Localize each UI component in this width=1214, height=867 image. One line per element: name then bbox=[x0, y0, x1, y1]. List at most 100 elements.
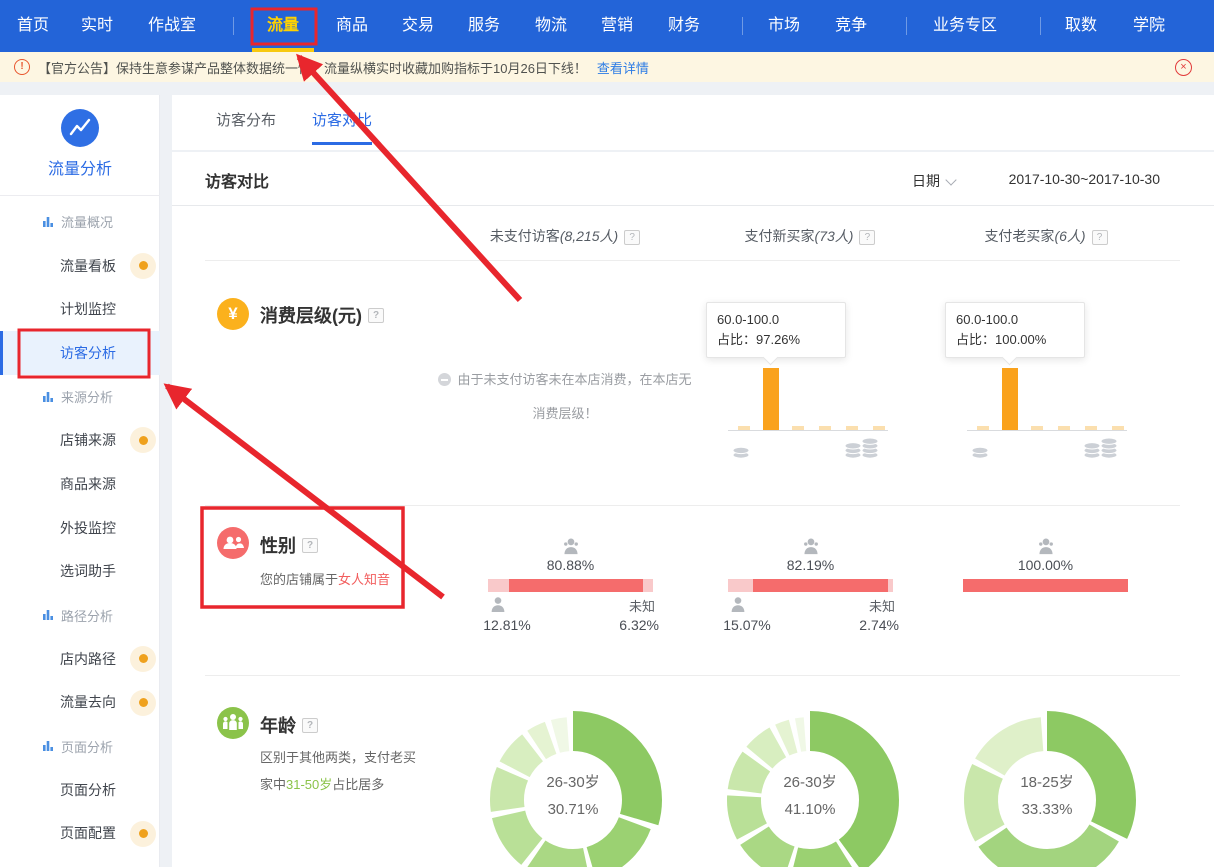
new-badge-dot bbox=[130, 253, 156, 279]
new-badge-dot bbox=[130, 690, 156, 716]
warning-icon: ! bbox=[14, 59, 30, 75]
bar bbox=[1058, 426, 1070, 430]
chart-tooltip: 60.0-100.0占比：100.00% bbox=[945, 302, 1085, 358]
nav-item-7[interactable]: 服务 bbox=[468, 0, 500, 52]
consumption-bar-chart-new-buyers: 60.0-100.0占比：97.26% bbox=[732, 302, 883, 452]
gender-subtitle: 您的店铺属于女人知音 bbox=[260, 569, 390, 588]
help-icon[interactable]: ? bbox=[859, 230, 875, 245]
sidebar-item[interactable]: 店铺来源 bbox=[0, 418, 160, 462]
chart-icon bbox=[42, 216, 54, 228]
gender-bar-group: 100.00% bbox=[963, 537, 1128, 642]
donut-center-value: 30.71% bbox=[478, 801, 668, 818]
sidebar-item[interactable]: 流量看板 bbox=[0, 244, 160, 288]
nav-item-9[interactable]: 营销 bbox=[601, 0, 633, 52]
help-icon[interactable]: ? bbox=[1092, 230, 1108, 245]
male-icon bbox=[489, 596, 507, 613]
nav-item-6[interactable]: 交易 bbox=[402, 0, 434, 52]
tab-visitor-distribution[interactable]: 访客分布 bbox=[216, 95, 276, 147]
gender-stacked-bar bbox=[488, 579, 653, 592]
gender-bar-group: 82.19%15.07%未知2.74% bbox=[728, 537, 893, 642]
help-icon[interactable]: ? bbox=[624, 230, 640, 245]
sidebar-item[interactable]: 流量去向 bbox=[0, 681, 160, 725]
view-details-link[interactable]: 查看详情 bbox=[597, 58, 649, 77]
new-badge-dot bbox=[130, 821, 156, 847]
x-axis bbox=[967, 430, 1127, 431]
gender-bar-group: 80.88%12.81%未知6.32% bbox=[488, 537, 653, 642]
nav-item-8[interactable]: 物流 bbox=[535, 0, 567, 52]
female-segment bbox=[963, 579, 1128, 592]
sidebar-item[interactable]: 页面分析 bbox=[0, 768, 160, 812]
nav-item-12[interactable]: 竞争 bbox=[835, 0, 867, 52]
bar bbox=[738, 426, 750, 430]
bar bbox=[763, 368, 779, 430]
new-badge-dot bbox=[130, 646, 156, 672]
help-icon[interactable]: ? bbox=[302, 538, 318, 553]
top-nav-bar: 首页实时作战室 流量商品交易服务物流营销财务 市场竞争 业务专区 取数学院 bbox=[0, 0, 1214, 52]
sidebar-item[interactable]: 外投监控 bbox=[0, 506, 160, 550]
sidebar-title: 流量分析 bbox=[0, 155, 160, 179]
divider bbox=[205, 675, 1180, 676]
bar bbox=[873, 426, 885, 430]
coin-stack-icon bbox=[732, 433, 774, 460]
nav-item-15[interactable]: 学院 bbox=[1133, 0, 1165, 52]
sidebar-group-label: 路径分析 bbox=[0, 593, 160, 637]
donut-center-value: 33.33% bbox=[952, 801, 1142, 818]
help-icon[interactable]: ? bbox=[368, 308, 384, 323]
date-filter-dropdown[interactable]: 日期 bbox=[912, 171, 955, 191]
coin-stack-icon bbox=[971, 433, 1013, 460]
gender-section-title: 性别? bbox=[260, 532, 318, 558]
x-axis bbox=[728, 430, 888, 431]
nav-divider bbox=[1040, 17, 1041, 35]
unknown-segment bbox=[643, 579, 653, 592]
column-header: 支付老买家(6人)? bbox=[896, 224, 1196, 248]
gender-section-icon bbox=[217, 527, 249, 559]
nav-item-11[interactable]: 市场 bbox=[768, 0, 800, 52]
consumption-bar-chart-old-buyers: 60.0-100.0占比：100.00% bbox=[971, 302, 1122, 452]
age-donut-chart: 26-30岁41.10% bbox=[715, 705, 905, 867]
visitor-compare-panel: 访客对比 日期 2017-10-30~2017-10-30 未支付访客(8,21… bbox=[172, 152, 1214, 867]
donut-center-label: 26-30岁 bbox=[715, 771, 905, 792]
chart-icon bbox=[42, 391, 54, 403]
male-segment bbox=[728, 579, 753, 592]
bar bbox=[792, 426, 804, 430]
age-donut-chart: 26-30岁30.71% bbox=[478, 705, 668, 867]
tab-bar: 访客分布 访客对比 bbox=[172, 95, 1214, 150]
nav-item-5[interactable]: 商品 bbox=[336, 0, 368, 52]
close-icon[interactable]: × bbox=[1175, 59, 1192, 76]
nav-item-3[interactable]: 作战室 bbox=[148, 0, 196, 52]
sidebar-item[interactable]: 页面配置 bbox=[0, 812, 160, 856]
sidebar-item[interactable]: 访客分析 bbox=[0, 331, 160, 375]
age-subtitle: 区别于其他两类，支付老买 家中31-50岁占比居多 bbox=[260, 744, 470, 798]
age-section-icon bbox=[217, 707, 249, 739]
divider bbox=[205, 505, 1180, 506]
help-icon[interactable]: ? bbox=[302, 718, 318, 733]
announcement-text: 【官方公告】保持生意参谋产品整体数据统一性，流量纵横实时收藏加购指标于10月26… bbox=[38, 58, 587, 77]
minus-icon bbox=[438, 373, 451, 386]
new-badge-dot bbox=[130, 427, 156, 453]
gender-stacked-bar bbox=[963, 579, 1128, 592]
nav-item-10[interactable]: 财务 bbox=[668, 0, 700, 52]
nav-item-1[interactable]: 首页 bbox=[17, 0, 49, 52]
nav-item-2[interactable]: 实时 bbox=[81, 0, 113, 52]
sidebar-item[interactable]: 店内路径 bbox=[0, 637, 160, 681]
sidebar-item[interactable]: 商品来源 bbox=[0, 462, 160, 506]
coin-stack-icon bbox=[1083, 433, 1125, 460]
consumption-level-icon: ¥ bbox=[217, 298, 249, 330]
bar bbox=[1085, 426, 1097, 430]
bar bbox=[1031, 426, 1043, 430]
sidebar-item[interactable]: 计划监控 bbox=[0, 287, 160, 331]
sidebar: 流量分析 流量概况流量看板计划监控访客分析来源分析店铺来源商品来源外投监控选词助… bbox=[0, 95, 160, 867]
nav-divider bbox=[742, 17, 743, 35]
nav-divider bbox=[233, 17, 234, 35]
nav-item-14[interactable]: 取数 bbox=[1065, 0, 1097, 52]
tab-visitor-compare[interactable]: 访客对比 bbox=[312, 95, 372, 147]
date-range-value[interactable]: 2017-10-30~2017-10-30 bbox=[1009, 171, 1160, 187]
unknown-segment bbox=[888, 579, 893, 592]
nav-item-4[interactable]: 流量 bbox=[267, 0, 299, 52]
gender-stacked-bar bbox=[728, 579, 893, 592]
bar bbox=[1002, 368, 1018, 430]
female-icon bbox=[561, 537, 581, 555]
coin-stack-icon bbox=[844, 433, 886, 460]
nav-item-13[interactable]: 业务专区 bbox=[933, 0, 997, 52]
sidebar-item[interactable]: 选词助手 bbox=[0, 550, 160, 594]
